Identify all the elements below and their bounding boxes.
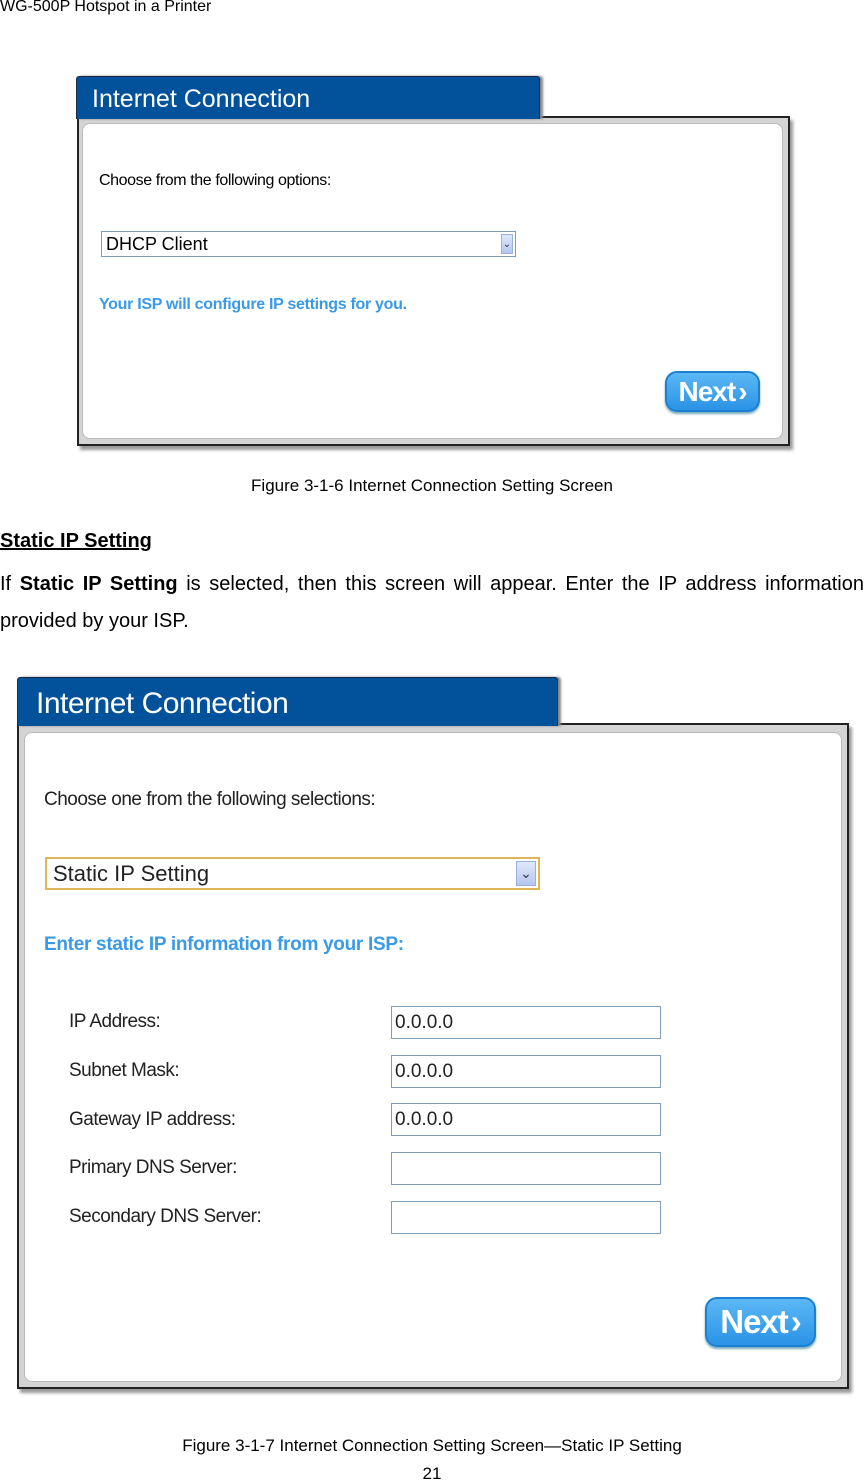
secondary-dns-input[interactable] [391,1201,661,1234]
figure-caption: Figure 3-1-7 Internet Connection Setting… [182,1436,682,1455]
chevron-down-icon: ⌄ [516,861,536,886]
subnet-mask-label: Subnet Mask: [69,1060,180,1081]
next-button[interactable]: Next › [705,1297,816,1347]
section-paragraph: If Static IP Setting is selected, then t… [0,566,864,640]
prompt-text: Choose from the following options: [99,172,331,189]
tab-title: Internet Connection [17,677,558,726]
primary-dns-label: Primary DNS Server: [69,1157,237,1178]
next-label: Next [720,1303,789,1340]
para-bold: Static IP Setting [19,573,178,595]
ip-address-input[interactable]: 0.0.0.0 [391,1006,661,1039]
select-value: DHCP Client [106,233,208,254]
chevron-down-icon: ⌄ [501,234,513,254]
ip-address-label: IP Address: [69,1011,161,1032]
next-label: Next [678,375,736,407]
tab-title: Internet Connection [76,76,540,119]
primary-dns-input[interactable] [391,1152,661,1185]
connection-type-select[interactable]: Static IP Setting ⌄ [45,857,540,890]
page-number: 21 [422,1464,442,1483]
subnet-mask-input[interactable]: 0.0.0.0 [391,1055,661,1088]
next-button[interactable]: Next › [665,371,760,412]
section-heading: Static IP Setting [0,530,152,552]
select-value: Static IP Setting [53,860,210,886]
prompt-text: Choose one from the following selections… [44,789,376,810]
chevron-right-icon: › [790,1303,802,1340]
secondary-dns-label: Secondary DNS Server: [69,1206,262,1227]
connection-type-select[interactable]: DHCP Client ⌄ [101,231,516,257]
gateway-input[interactable]: 0.0.0.0 [391,1103,661,1136]
gateway-label: Gateway IP address: [69,1109,236,1130]
chevron-right-icon: › [738,375,747,407]
info-text: Your ISP will configure IP settings for … [99,296,407,313]
info-text: Enter static IP information from your IS… [44,934,404,955]
running-header: WG-500P Hotspot in a Printer [0,0,212,15]
figure-caption: Figure 3-1-6 Internet Connection Setting… [251,476,613,495]
para-text: If [0,573,20,595]
